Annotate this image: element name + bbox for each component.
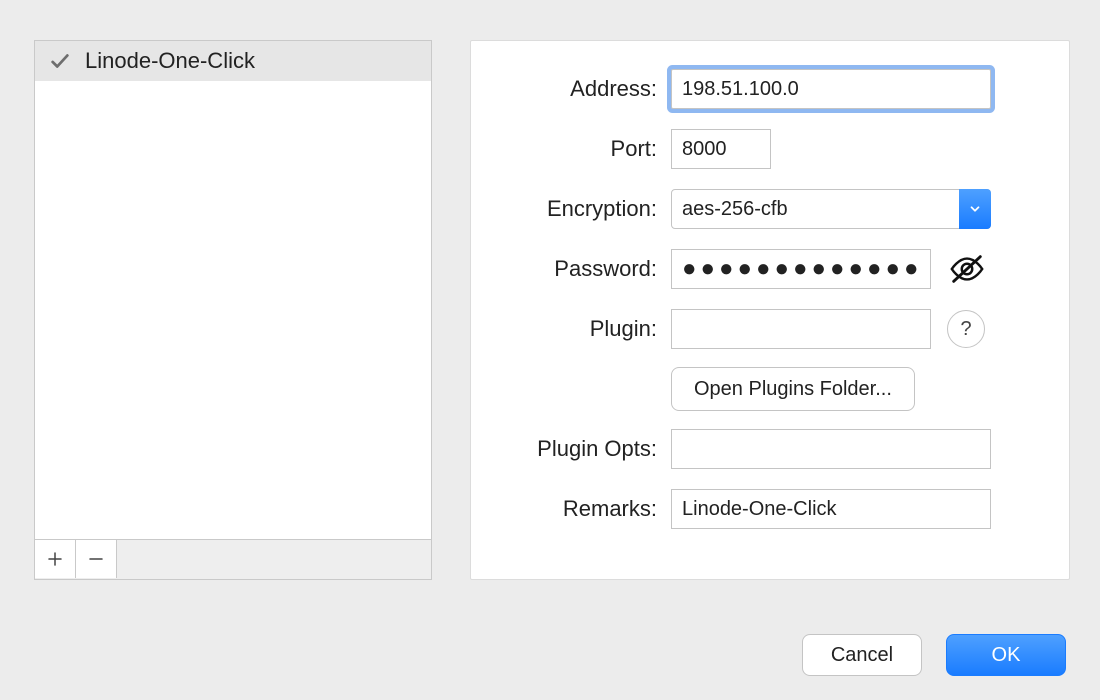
dialog-button-bar: Cancel OK: [802, 634, 1066, 676]
remarks-label: Remarks:: [471, 496, 671, 522]
port-label: Port:: [471, 136, 671, 162]
address-label: Address:: [471, 76, 671, 102]
port-input[interactable]: [671, 129, 771, 169]
server-list-item[interactable]: Linode-One-Click: [35, 41, 431, 81]
remarks-input[interactable]: [671, 489, 991, 529]
help-icon: ?: [960, 318, 971, 341]
plus-icon: [46, 550, 64, 568]
eye-off-icon: [948, 250, 986, 288]
server-list[interactable]: Linode-One-Click: [34, 40, 432, 540]
address-input[interactable]: [671, 69, 991, 109]
ok-button[interactable]: OK: [946, 634, 1066, 676]
check-icon: [49, 50, 71, 72]
preferences-dialog: Linode-One-Click Address: Port: Encrypti…: [0, 0, 1100, 700]
plugin-label: Plugin:: [471, 316, 671, 342]
chevron-down-icon: [959, 189, 991, 229]
password-input[interactable]: [671, 249, 931, 289]
add-server-button[interactable]: [35, 540, 76, 578]
plugin-opts-input[interactable]: [671, 429, 991, 469]
open-plugins-folder-button[interactable]: Open Plugins Folder...: [671, 367, 915, 411]
encryption-select[interactable]: aes-256-cfb: [671, 189, 991, 229]
plugin-help-button[interactable]: ?: [947, 310, 985, 348]
server-list-toolbar: [34, 540, 432, 580]
server-item-label: Linode-One-Click: [85, 48, 255, 74]
minus-icon: [87, 550, 105, 568]
plugin-opts-label: Plugin Opts:: [471, 436, 671, 462]
encryption-value: aes-256-cfb: [671, 189, 991, 229]
server-list-panel: Linode-One-Click: [34, 40, 432, 580]
toggle-password-visibility-button[interactable]: [947, 249, 987, 289]
plugin-input[interactable]: [671, 309, 931, 349]
encryption-label: Encryption:: [471, 196, 671, 222]
server-settings-form: Address: Port: Encryption: aes-256-cfb P…: [470, 40, 1070, 580]
password-label: Password:: [471, 256, 671, 282]
cancel-button[interactable]: Cancel: [802, 634, 922, 676]
remove-server-button[interactable]: [76, 540, 117, 578]
